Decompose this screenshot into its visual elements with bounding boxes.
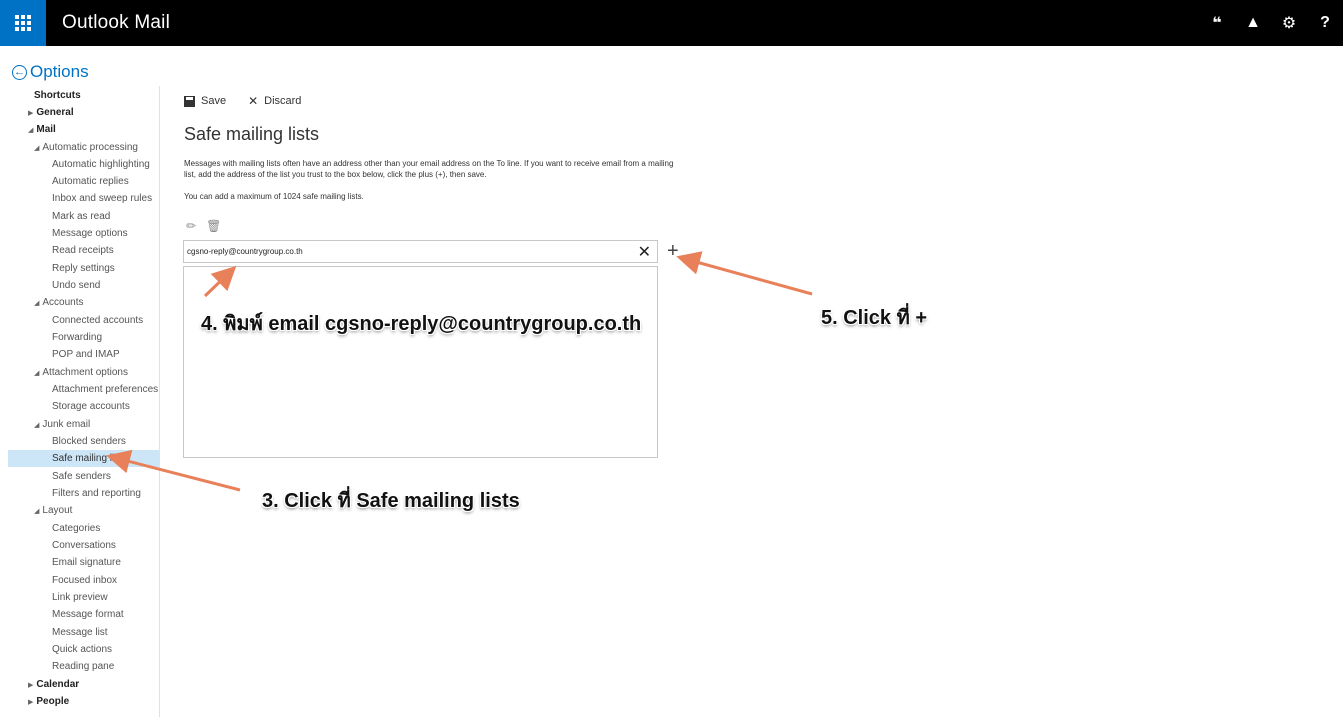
caret-right-icon: ▶ [28, 699, 34, 706]
sidebar-item-filters-reporting[interactable]: Filters and reporting [52, 485, 141, 502]
help-icon[interactable]: ? [1307, 0, 1343, 46]
sidebar-item-general[interactable]: ▶ General [28, 104, 74, 121]
sidebar-item-forwarding[interactable]: Forwarding [52, 329, 102, 346]
page-title: Safe mailing lists [184, 124, 320, 144]
sidebar-item-safe-mailing-lists[interactable]: Safe mailing lists [52, 450, 127, 467]
gear-icon[interactable]: ⚙ [1271, 0, 1307, 46]
sidebar-item-quick-actions[interactable]: Quick actions [52, 641, 112, 658]
caret-down-icon: ◢ [34, 300, 40, 307]
command-bar: Save ✕ Discard [184, 94, 323, 108]
caret-right-icon: ▶ [28, 110, 34, 117]
sidebar-item-reply-settings[interactable]: Reply settings [52, 260, 115, 277]
caret-down-icon: ◢ [28, 127, 34, 134]
caret-down-icon: ◢ [34, 370, 40, 377]
top-bar: Outlook Mail ❝ ▲ ⚙ ? [0, 0, 1343, 46]
list-edit-tools: ✏ 🗑 [186, 219, 231, 233]
caret-down-icon: ◢ [34, 145, 40, 152]
sidebar-item-message-list[interactable]: Message list [52, 624, 108, 641]
mailing-list-input[interactable]: cgsno-reply@countrygroup.co.th ✕ [183, 240, 658, 263]
sidebar-item-message-options[interactable]: Message options [52, 225, 128, 242]
sidebar-item-junk-email[interactable]: ◢ Junk email [34, 416, 90, 433]
sidebar-item-automatic-processing[interactable]: ◢ Automatic processing [34, 139, 138, 156]
discard-icon: ✕ [248, 94, 259, 108]
mailing-list-input-value: cgsno-reply@countrygroup.co.th [187, 247, 303, 256]
sidebar-item-automatic-highlighting[interactable]: Automatic highlighting [52, 156, 150, 173]
safe-mailing-list-box[interactable] [183, 266, 658, 458]
caret-down-icon: ◢ [34, 508, 40, 515]
options-label: Options [30, 62, 89, 81]
bell-icon[interactable]: ▲ [1235, 0, 1271, 46]
app-title[interactable]: Outlook Mail [62, 12, 170, 34]
sidebar-item-attachment-options[interactable]: ◢ Attachment options [34, 364, 128, 381]
discard-button[interactable]: ✕ Discard [248, 94, 301, 108]
sidebar-item-storage-accounts[interactable]: Storage accounts [52, 398, 130, 415]
annotation-step4: 4. พิมพ์ email cgsno-reply@countrygroup.… [201, 313, 642, 335]
save-icon [184, 95, 195, 107]
sidebar-item-focused-inbox[interactable]: Focused inbox [52, 572, 117, 589]
page-description: Messages with mailing lists often have a… [184, 159, 674, 179]
sidebar-item-link-preview[interactable]: Link preview [52, 589, 108, 606]
sidebar-item-layout[interactable]: ◢ Layout [34, 502, 72, 519]
save-label: Save [201, 95, 227, 107]
pencil-icon[interactable]: ✏ [186, 219, 196, 233]
trash-icon[interactable]: 🗑 [206, 219, 221, 233]
sidebar-item-inbox-sweep-rules[interactable]: Inbox and sweep rules [52, 190, 152, 207]
annotation-step5: 5. Click ที่ + [821, 307, 928, 329]
sidebar-item-categories[interactable]: Categories [52, 520, 100, 537]
sidebar-item-people[interactable]: ▶ People [28, 693, 69, 710]
sidebar-item-attachment-preferences[interactable]: Attachment preferences [52, 381, 158, 398]
add-button[interactable]: + [667, 240, 679, 262]
sidebar-item-reading-pane[interactable]: Reading pane [52, 658, 114, 675]
sidebar-item-accounts[interactable]: ◢ Accounts [34, 294, 84, 311]
max-note: You can add a maximum of 1024 safe maili… [184, 192, 364, 201]
app-launcher-button[interactable] [0, 0, 46, 46]
options-sidebar: Shortcuts ▶ General ◢ Mail ◢ Automatic proc… [0, 86, 160, 717]
save-button[interactable]: Save [184, 94, 226, 108]
sidebar-item-message-format[interactable]: Message format [52, 606, 124, 623]
sidebar-item-undo-send[interactable]: Undo send [52, 277, 100, 294]
clear-input-icon[interactable]: ✕ [638, 242, 651, 262]
back-arrow-icon: ← [12, 64, 27, 80]
feedback-icon[interactable]: ❝ [1199, 0, 1235, 46]
caret-down-icon: ◢ [34, 422, 40, 429]
waffle-icon [15, 15, 31, 31]
sidebar-item-pop-imap[interactable]: POP and IMAP [52, 346, 120, 363]
sidebar-item-safe-senders[interactable]: Safe senders [52, 468, 111, 485]
annotation-step3: 3. Click ที่ Safe mailing lists [262, 490, 520, 512]
sidebar-item-read-receipts[interactable]: Read receipts [52, 242, 114, 259]
sidebar-item-calendar[interactable]: ▶ Calendar [28, 676, 79, 693]
sidebar-item-email-signature[interactable]: Email signature [52, 554, 121, 571]
sidebar-item-mail[interactable]: ◢ Mail [28, 121, 56, 138]
arrow-step5 [676, 251, 813, 296]
sidebar-item-mark-as-read[interactable]: Mark as read [52, 208, 110, 225]
options-back-link[interactable]: ← Options [12, 62, 89, 82]
sidebar-item-blocked-senders[interactable]: Blocked senders [52, 433, 126, 450]
discard-label: Discard [264, 95, 302, 107]
sidebar-item-connected-accounts[interactable]: Connected accounts [52, 312, 143, 329]
sidebar-item-conversations[interactable]: Conversations [52, 537, 116, 554]
sidebar-item-automatic-replies[interactable]: Automatic replies [52, 173, 129, 190]
caret-right-icon: ▶ [28, 682, 34, 689]
sidebar-item-shortcuts[interactable]: Shortcuts [34, 87, 81, 104]
